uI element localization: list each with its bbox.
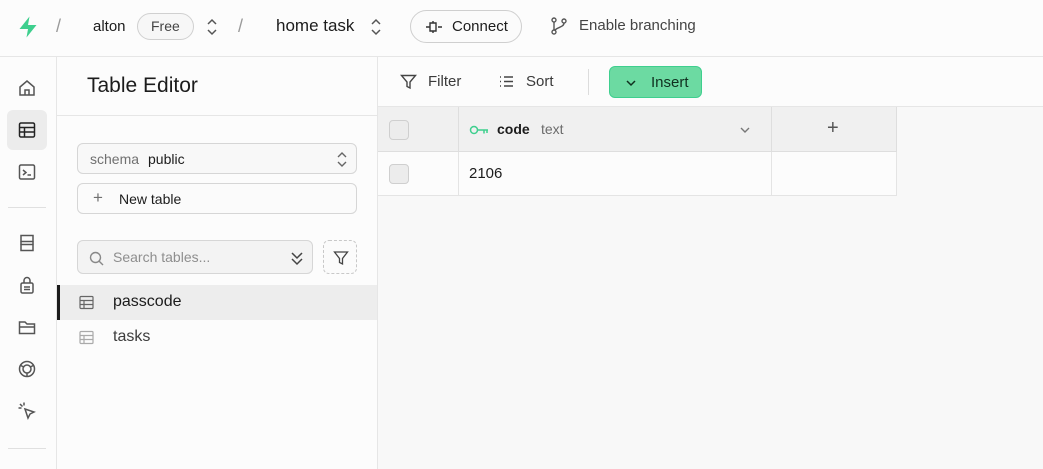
chevron-down-icon (626, 80, 636, 87)
nav-sql-editor[interactable] (7, 152, 47, 192)
chevron-down-icon[interactable] (739, 124, 751, 136)
schema-select-value: public (148, 151, 185, 167)
sort-label: Sort (526, 73, 554, 90)
search-icon (89, 251, 104, 266)
toolbar-divider (588, 69, 589, 95)
filter-tables-button[interactable] (323, 240, 357, 274)
breadcrumb-separator: / (56, 16, 62, 36)
column-type: text (541, 121, 564, 137)
nav-divider (8, 207, 46, 208)
schema-select[interactable]: schema public (77, 143, 357, 174)
nav-table-editor[interactable] (7, 110, 47, 150)
plan-badge: Free (137, 13, 194, 40)
nav-authentication[interactable] (7, 265, 47, 305)
breadcrumb-separator: / (238, 16, 244, 36)
table-icon (79, 295, 94, 310)
new-table-label: New table (119, 191, 182, 207)
grid-toolbar: Filter Sort Insert (378, 57, 1043, 107)
git-branch-icon (551, 17, 567, 35)
sidebar-title: Table Editor (87, 74, 198, 97)
plus-icon: + (93, 188, 103, 207)
nav-storage[interactable] (7, 307, 47, 347)
table-list-item-passcode[interactable]: passcode (57, 285, 377, 320)
select-all-checkbox[interactable] (389, 120, 409, 140)
column-name: code (497, 121, 530, 137)
row-select-cell (378, 152, 459, 196)
insert-label: Insert (651, 74, 689, 91)
new-table-button[interactable]: + New table (77, 183, 357, 214)
nav-advisors[interactable] (7, 391, 47, 431)
terminal-icon (18, 164, 36, 180)
home-icon (19, 80, 35, 96)
chevron-updown-icon (337, 152, 347, 167)
supabase-logo-icon[interactable] (16, 15, 40, 39)
row-checkbox[interactable] (389, 164, 409, 184)
table-list-item-label: tasks (113, 328, 151, 345)
chevrons-down-icon[interactable] (290, 249, 304, 267)
plus-icon: + (827, 117, 839, 139)
lock-icon (20, 276, 34, 294)
connect-button[interactable]: Connect (410, 10, 522, 43)
plug-icon (426, 21, 442, 33)
filter-icon (333, 251, 349, 266)
table-icon (79, 330, 94, 345)
sidebar-divider (57, 115, 377, 116)
search-tables-box[interactable] (77, 240, 313, 274)
select-all-header (378, 107, 459, 152)
nav-home[interactable] (7, 68, 47, 108)
nav-rail (0, 57, 57, 469)
nav-realtime[interactable] (7, 349, 47, 389)
primary-key-icon (469, 125, 488, 135)
add-column-button[interactable]: + (772, 107, 897, 152)
table-editor-sidebar: Table Editor schema public + New table p… (57, 57, 378, 469)
search-tables-input[interactable] (113, 248, 283, 266)
table-list-item-label: passcode (113, 293, 182, 310)
realtime-icon (18, 360, 36, 378)
insert-button[interactable]: Insert (609, 66, 702, 98)
table-grid-area: Filter Sort Insert code text + 2106 (378, 57, 1043, 469)
org-switcher-chevron-icon[interactable] (206, 18, 218, 36)
connect-label: Connect (452, 18, 508, 35)
table-cell[interactable]: 2106 (459, 152, 772, 196)
table-list-item-tasks[interactable]: tasks (57, 320, 377, 355)
cell-value: 2106 (469, 165, 503, 182)
enable-branching-label: Enable branching (579, 17, 696, 34)
table-icon (18, 122, 36, 138)
folder-icon (18, 321, 36, 335)
org-name[interactable]: alton (93, 18, 126, 35)
column-header-code[interactable]: code text (459, 107, 772, 152)
empty-cell (772, 152, 897, 196)
filter-icon (400, 74, 417, 90)
nav-divider (8, 448, 46, 449)
project-switcher-chevron-icon[interactable] (370, 18, 382, 36)
project-name[interactable]: home task (276, 16, 354, 36)
top-bar: / alton Free / home task Connect Enable … (0, 0, 1043, 57)
filter-label: Filter (428, 73, 462, 90)
list-icon (500, 76, 513, 87)
schema-select-label: schema (90, 151, 140, 167)
cursor-click-icon (18, 402, 36, 420)
database-icon (20, 234, 34, 252)
nav-database[interactable] (7, 223, 47, 263)
